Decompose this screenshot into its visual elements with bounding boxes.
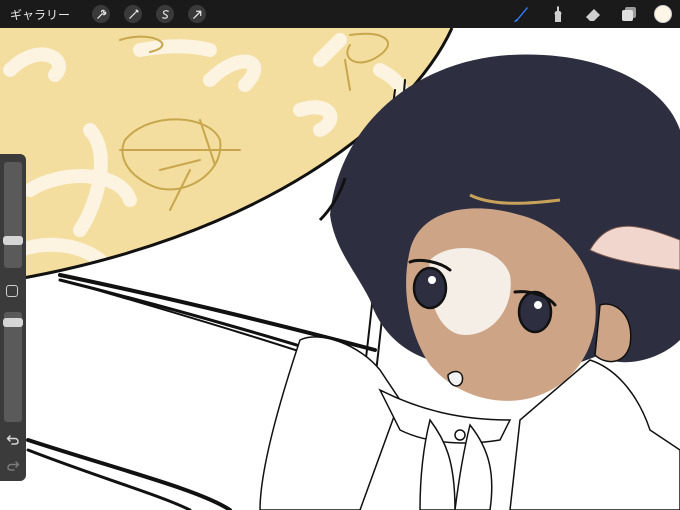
brush-icon[interactable] <box>510 3 532 25</box>
opacity-slider[interactable] <box>4 312 22 422</box>
redo-icon[interactable] <box>6 459 20 473</box>
gallery-button[interactable]: ギャラリー <box>10 6 70 23</box>
wrench-icon[interactable] <box>92 5 111 23</box>
brush-size-thumb[interactable] <box>3 236 23 245</box>
opacity-thumb[interactable] <box>3 318 23 327</box>
layers-icon[interactable] <box>618 3 640 25</box>
drawing-canvas[interactable] <box>0 0 680 510</box>
undo-icon[interactable] <box>6 433 20 447</box>
transform-arrow-icon[interactable] <box>188 5 207 23</box>
smudge-icon[interactable] <box>546 3 568 25</box>
color-swatch[interactable] <box>654 5 672 23</box>
modify-button[interactable] <box>6 285 18 297</box>
eraser-icon[interactable] <box>582 3 604 25</box>
right-tools <box>510 0 672 28</box>
magic-wand-icon[interactable] <box>124 5 143 23</box>
top-toolbar: ギャラリー <box>0 0 680 28</box>
selection-icon[interactable] <box>156 5 175 23</box>
brush-size-slider[interactable] <box>4 162 22 268</box>
sidebar <box>0 154 26 481</box>
